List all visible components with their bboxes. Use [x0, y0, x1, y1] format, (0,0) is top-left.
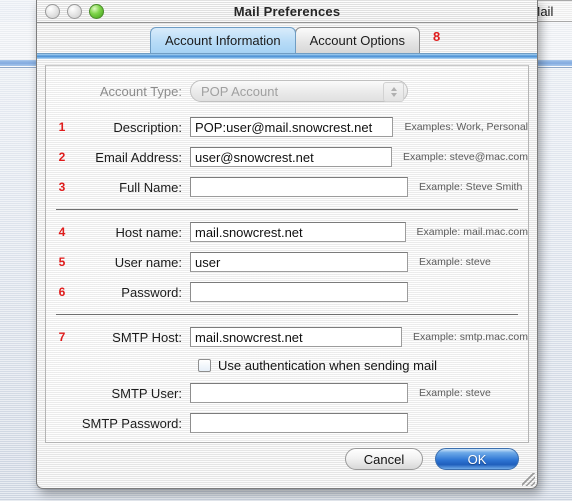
row-user-name: 5 User name: Example: steve	[46, 247, 528, 277]
tab-bar: Account Information Account Options 8	[37, 23, 537, 53]
annotation-marker-2: 2	[58, 150, 66, 164]
mail-preferences-window: Mail Preferences Account Information Acc…	[36, 0, 538, 489]
hint-full-name: Example: Steve Smith	[419, 181, 523, 193]
hint-user-name: Example: steve	[419, 256, 491, 268]
label-full-name: Full Name:	[119, 179, 182, 195]
email-address-input[interactable]	[190, 147, 392, 167]
dialog-button-bar: Cancel OK	[37, 430, 537, 488]
annotation-marker-5: 5	[58, 255, 66, 269]
separator-2	[56, 314, 518, 315]
cancel-button[interactable]: Cancel	[345, 448, 423, 470]
ok-button[interactable]: OK	[435, 448, 519, 470]
smtp-user-input[interactable]	[190, 383, 408, 403]
window-title: Mail Preferences	[233, 3, 341, 19]
label-user-name: User name:	[114, 254, 182, 270]
host-name-input[interactable]	[190, 222, 406, 242]
tab-account-information-label: Account Information	[165, 33, 281, 48]
resize-grip[interactable]	[522, 473, 535, 486]
row-email-address: 2 Email Address: Example: steve@mac.com	[46, 142, 528, 172]
row-description: 1 Description: Examples: Work, Personal	[46, 112, 528, 142]
close-button[interactable]	[45, 4, 60, 19]
row-smtp-user: SMTP User: Example: steve	[46, 378, 528, 408]
row-smtp-host: 7 SMTP Host: Example: smtp.mac.com	[46, 322, 528, 352]
account-information-panel: Account Type: POP Account 1 Description:…	[45, 65, 529, 443]
full-name-input[interactable]	[190, 177, 408, 197]
tab-account-options-label: Account Options	[309, 33, 406, 48]
description-input[interactable]	[190, 117, 394, 137]
separator-1	[56, 209, 518, 210]
row-full-name: 3 Full Name: Example: Steve Smith	[46, 172, 528, 202]
account-type-popup[interactable]: POP Account	[190, 80, 408, 102]
annotation-marker-1: 1	[58, 120, 66, 134]
use-authentication-checkbox[interactable]	[198, 358, 211, 372]
ok-button-label: OK	[467, 451, 487, 467]
window-controls	[45, 4, 104, 19]
hint-smtp-user: Example: steve	[419, 387, 491, 399]
annotation-marker-3: 3	[58, 180, 66, 194]
password-input[interactable]	[190, 282, 408, 302]
user-name-input[interactable]	[190, 252, 408, 272]
hint-email-address: Example: steve@mac.com	[402, 151, 528, 163]
tab-account-options[interactable]: Account Options	[294, 27, 421, 53]
label-smtp-host: SMTP Host:	[112, 329, 182, 345]
label-password: Password:	[121, 284, 182, 300]
row-use-authentication: Use authentication when sending mail	[46, 352, 528, 378]
chevron-updown-icon	[383, 82, 404, 102]
annotation-marker-7: 7	[58, 330, 66, 344]
label-email-address: Email Address:	[95, 149, 182, 165]
zoom-button[interactable]	[89, 4, 104, 19]
row-account-type: Account Type: POP Account	[46, 76, 528, 106]
label-host-name: Host name:	[115, 224, 182, 240]
label-smtp-user: SMTP User:	[111, 385, 182, 401]
hint-smtp-host: Example: smtp.mac.com	[413, 331, 528, 343]
hint-description: Examples: Work, Personal	[404, 121, 528, 133]
annotation-marker-4: 4	[58, 225, 66, 239]
minimize-button[interactable]	[67, 4, 82, 19]
cancel-button-label: Cancel	[363, 451, 405, 467]
label-smtp-password: SMTP Password:	[81, 415, 182, 431]
hint-host-name: Example: mail.mac.com	[416, 226, 528, 238]
tab-underline	[37, 53, 537, 59]
row-host-name: 4 Host name: Example: mail.mac.com	[46, 217, 528, 247]
smtp-host-input[interactable]	[190, 327, 403, 347]
annotation-marker-8: 8	[433, 29, 441, 44]
account-type-value: POP Account	[201, 83, 279, 99]
tab-account-information[interactable]: Account Information	[150, 27, 296, 53]
label-account-type: Account Type:	[99, 83, 182, 99]
annotation-marker-6: 6	[58, 285, 66, 299]
use-authentication-label: Use authentication when sending mail	[218, 357, 437, 373]
label-description: Description:	[113, 119, 182, 135]
row-password: 6 Password:	[46, 277, 528, 307]
window-titlebar[interactable]: Mail Preferences	[37, 0, 537, 23]
